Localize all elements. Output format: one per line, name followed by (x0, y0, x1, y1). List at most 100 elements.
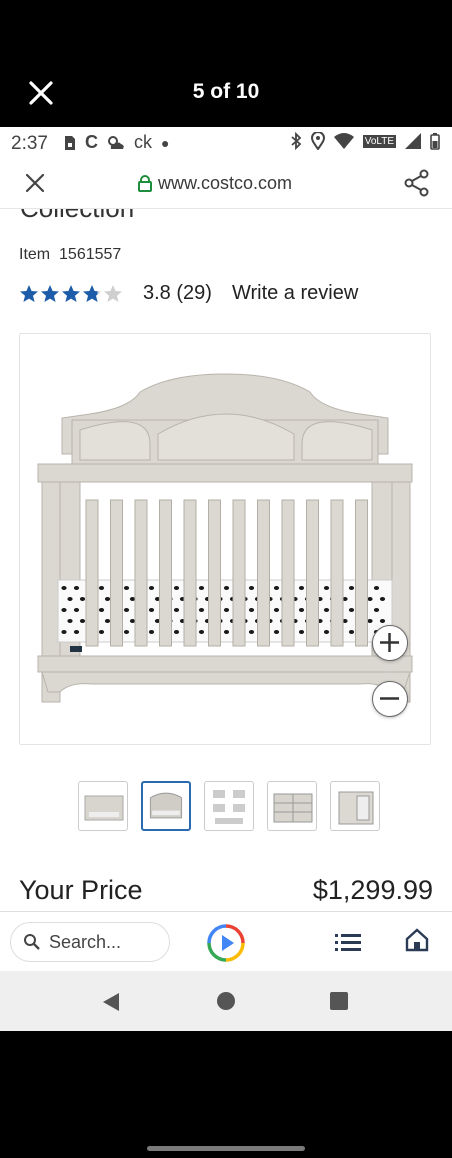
mattress-dot (104, 597, 111, 601)
minus-icon (380, 697, 399, 700)
mattress-dot (98, 586, 105, 590)
mattress-dot (373, 608, 380, 612)
viewer-footer (0, 1031, 452, 1158)
zoom-out-button[interactable] (372, 681, 408, 717)
recents-icon[interactable] (329, 991, 349, 1011)
mattress-dot (323, 608, 330, 612)
search-input[interactable]: Search... (10, 922, 170, 962)
mattress-dot (198, 608, 205, 612)
image-counter: 5 of 10 (192, 80, 260, 103)
bluetooth-icon (291, 132, 302, 150)
weather-icon (108, 135, 124, 149)
site-bottom-bar: Search... (0, 911, 452, 971)
status-bar: 2:37 C ck ● VoLTE (0, 127, 452, 157)
mattress-dot (373, 586, 380, 590)
mattress-dot (223, 586, 230, 590)
thumbnail-crib-front[interactable] (141, 781, 191, 831)
thumbnail-dresser[interactable] (267, 781, 317, 831)
search-placeholder: Search... (49, 931, 122, 952)
mattress-dot (123, 608, 130, 612)
mattress-dot (73, 630, 80, 634)
mattress-dot (198, 630, 205, 634)
plus-icon (380, 633, 399, 652)
back-icon[interactable] (101, 991, 121, 1013)
mattress-dot (148, 630, 155, 634)
thumbnail-crib-room[interactable] (78, 781, 128, 831)
rating-summary: 3.8 (29) (143, 282, 212, 305)
crib-slat (281, 499, 295, 647)
mattress-dot (273, 630, 280, 634)
menu-list-icon[interactable] (335, 932, 361, 952)
mattress-dot (129, 597, 136, 601)
close-tab-icon[interactable] (24, 172, 46, 194)
mattress-dot (79, 597, 86, 601)
battery-icon (430, 132, 440, 150)
lock-icon (138, 175, 152, 192)
mattress-dot (348, 586, 355, 590)
browser-url-bar: www.costco.com (0, 157, 452, 209)
write-review-link[interactable]: Write a review (232, 282, 358, 305)
mattress-dot (173, 586, 180, 590)
mattress-dot (173, 630, 180, 634)
crib-image (37, 373, 413, 703)
dot-icon: ● (161, 134, 170, 151)
mattress-dot (298, 608, 305, 612)
mattress-dot (273, 586, 280, 590)
mattress-dot (98, 608, 105, 612)
mattress-dot (223, 630, 230, 634)
crib-slat (355, 499, 368, 647)
thumbnail-crib-parts[interactable] (204, 781, 254, 831)
mattress-dot (248, 586, 255, 590)
star-icon (41, 284, 59, 302)
product-content: Collection Item 1561557 3.8 (29) Write a… (0, 209, 452, 911)
mattress-dot (323, 630, 330, 634)
mattress-dot (123, 586, 130, 590)
price-row: Your Price $1,299.99 (19, 875, 433, 906)
signal-icon (405, 133, 421, 149)
item-number: 1561557 (59, 246, 122, 263)
mattress-dot (248, 608, 255, 612)
mattress-dot (273, 608, 280, 612)
star-icon (104, 284, 122, 302)
mattress-dot (223, 608, 230, 612)
mattress-dot (298, 630, 305, 634)
star-icon (62, 284, 80, 302)
item-number-line: Item 1561557 (19, 246, 121, 264)
assistant-icon[interactable] (207, 924, 245, 962)
thumbnail-dresser-open[interactable] (330, 781, 380, 831)
android-nav-bar (0, 971, 452, 1031)
mattress-dot (129, 619, 136, 623)
mattress-dot (348, 630, 355, 634)
crib-slat (257, 499, 270, 647)
crib-slat (330, 499, 344, 647)
mattress-dot (148, 608, 155, 612)
home-button-icon[interactable] (216, 991, 236, 1011)
item-label: Item (19, 246, 51, 263)
share-icon[interactable] (404, 169, 430, 197)
url-field[interactable]: www.costco.com (138, 173, 292, 194)
search-icon (24, 934, 40, 950)
mattress-dot (367, 597, 373, 601)
mattress-dot (248, 630, 255, 634)
sim-icon (65, 135, 75, 150)
star-icon (83, 284, 101, 302)
mattress-dot (123, 630, 130, 634)
home-icon[interactable] (405, 928, 429, 952)
gesture-home-indicator[interactable] (147, 1146, 305, 1151)
product-image-viewer[interactable] (19, 333, 431, 745)
url-text: www.costco.com (158, 173, 293, 193)
mattress-dot (98, 630, 105, 634)
zoom-in-button[interactable] (372, 625, 408, 661)
mattress-dot (61, 630, 67, 634)
crib-slat (306, 499, 319, 647)
price-label: Your Price (19, 875, 143, 905)
mattress-dot (73, 608, 80, 612)
location-icon (310, 132, 325, 150)
crib-slat (134, 499, 148, 647)
carrier-text: ck (134, 132, 152, 152)
rating-row: 3.8 (29) Write a review (19, 282, 358, 305)
mattress-dot (348, 608, 355, 612)
star-rating[interactable] (19, 284, 123, 304)
price-value: $1,299.99 (312, 875, 433, 905)
mattress-dot (61, 586, 67, 590)
